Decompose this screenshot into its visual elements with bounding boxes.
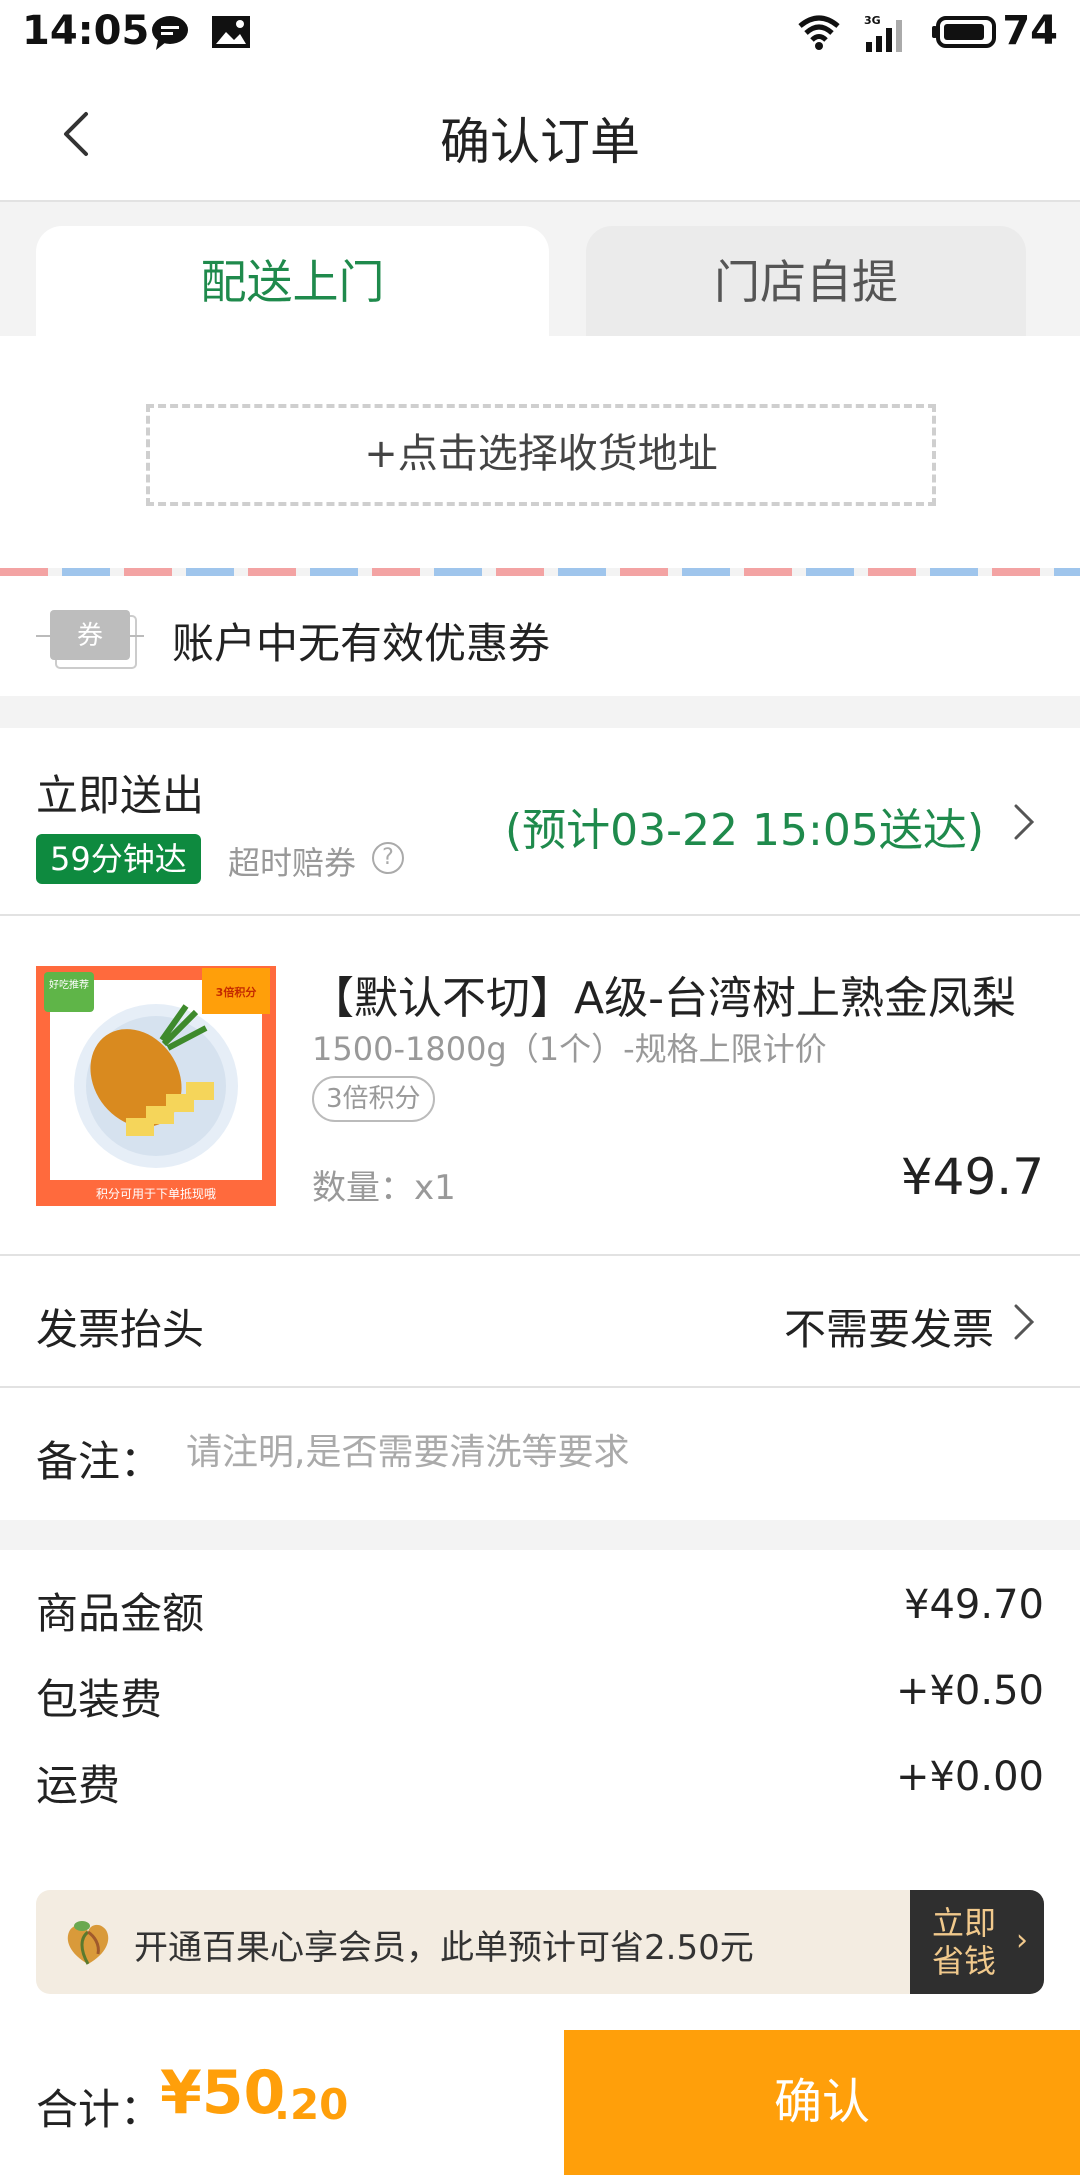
cellular-signal-icon: 3G (864, 14, 902, 52)
image-notification-icon (212, 16, 250, 48)
svg-text:好吃推荐: 好吃推荐 (49, 978, 89, 991)
status-bar: 14:05 3G 74 (0, 0, 1080, 66)
summary-value-shipping: +¥0.00 (895, 1754, 1044, 1800)
product-thumbnail: 好吃推荐 3倍积分 积分可用于下单抵现哦 (36, 966, 276, 1206)
delivery-speed-badge: 59分钟达 (36, 834, 201, 884)
points-tag: 3倍积分 (312, 1076, 435, 1122)
total-amount-integer: ¥50 (160, 2058, 286, 2128)
chevron-right-icon (1014, 804, 1035, 840)
checkout-footer: 合计： ¥50 .20 确认 (0, 2030, 1080, 2175)
summary-label-packaging: 包装费 (36, 1675, 163, 1724)
chevron-right-icon (1014, 1304, 1035, 1340)
invoice-value: 不需要发票 (783, 1305, 994, 1354)
help-question-icon[interactable]: ? (372, 842, 404, 874)
summary-value-packaging: +¥0.50 (895, 1668, 1044, 1714)
invoice-label: 发票抬头 (36, 1305, 205, 1354)
airmail-divider (0, 568, 1080, 576)
summary-label-shipping: 运费 (36, 1761, 121, 1810)
invoice-row[interactable]: 发票抬头 不需要发票 (0, 1256, 1080, 1388)
svg-text:3倍积分: 3倍积分 (216, 985, 257, 999)
svg-text:3G: 3G (864, 14, 881, 27)
delivery-label: 立即送出 (36, 771, 205, 820)
summary-label-goods: 商品金额 (36, 1589, 205, 1638)
tab-home-delivery[interactable]: 配送上门 (36, 226, 549, 338)
svg-text:积分可用于下单抵现哦: 积分可用于下单抵现哦 (96, 1187, 216, 1201)
svg-text:券: 券 (77, 621, 103, 651)
remark-label: 备注： (36, 1437, 163, 1486)
chat-notification-icon (152, 16, 188, 50)
product-price: ¥49.7 (900, 1148, 1044, 1206)
remark-row: 备注： (0, 1388, 1080, 1520)
battery-level: 74 (1002, 8, 1058, 54)
delivery-mode-tabs: 配送上门 门店自提 (0, 202, 1080, 338)
coupon-row[interactable]: 券 账户中无有效优惠券 (0, 576, 1080, 696)
product-spec: 1500-1800g（1个）-规格上限计价 (312, 1030, 827, 1068)
chevron-right-icon: › (1016, 1923, 1028, 1958)
select-address-button[interactable]: +点击选择收货地址 (146, 404, 936, 506)
confirm-button[interactable]: 确认 (564, 2030, 1080, 2175)
status-time: 14:05 (22, 8, 150, 54)
price-summary: 商品金额 ¥49.70 包装费 +¥0.50 运费 +¥0.00 开通百果心享会… (0, 1550, 1080, 2030)
delivery-time-row[interactable]: 立即送出 59分钟达 超时赔券 ? (预计03-22 15:05送达) (0, 728, 1080, 916)
product-item[interactable]: 好吃推荐 3倍积分 积分可用于下单抵现哦 【默认不切】A级-台湾树上熟金凤梨 1… (0, 916, 1080, 1256)
product-name: 【默认不切】A级-台湾树上熟金凤梨 (310, 973, 1016, 1024)
coupon-status-text: 账户中无有效优惠券 (172, 619, 551, 668)
tab-store-pickup[interactable]: 门店自提 (586, 226, 1026, 338)
summary-value-goods: ¥49.70 (904, 1582, 1044, 1628)
product-quantity: 数量：x1 (312, 1168, 456, 1208)
total-label: 合计： (36, 2085, 163, 2134)
coupon-icon: 券 (36, 610, 144, 669)
membership-text: 开通百果心享会员，此单预计可省2.50元 (134, 1928, 754, 1968)
address-section: +点击选择收货地址 (0, 336, 1080, 568)
timeout-coupon-text: 超时赔券 (228, 844, 357, 882)
battery-icon (932, 16, 996, 48)
total-amount-decimal: .20 (274, 2080, 349, 2129)
nav-bar: 确认订单 (0, 66, 1080, 202)
membership-banner[interactable]: 开通百果心享会员，此单预计可省2.50元 立即 省钱 › (36, 1890, 1044, 1994)
remark-input[interactable] (186, 1422, 1036, 1482)
wifi-icon (798, 15, 840, 50)
membership-save-button[interactable]: 立即 省钱 › (910, 1890, 1044, 1994)
fruit-logo-icon (67, 1921, 109, 1965)
estimated-arrival: (预计03-22 15:05送达) (505, 805, 984, 856)
page-title: 确认订单 (440, 113, 640, 171)
